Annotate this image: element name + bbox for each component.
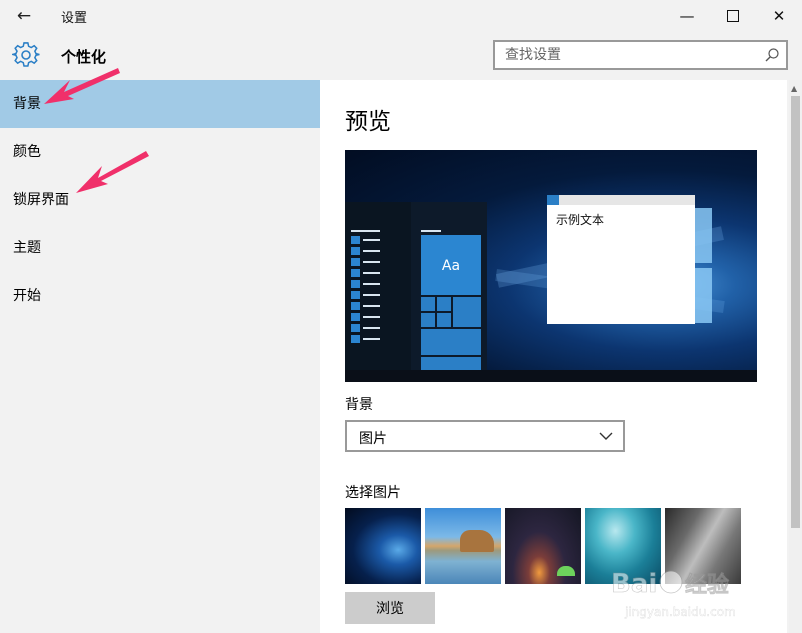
- sidebar-item-background[interactable]: 背景: [0, 80, 320, 128]
- desktop-preview: Aa 示例文本: [345, 150, 757, 382]
- app-icon: [351, 269, 360, 277]
- gear-icon: [12, 42, 40, 67]
- scrollbar-thumb[interactable]: [791, 96, 800, 528]
- preview-tile: [421, 329, 481, 355]
- sample-window: 示例文本: [547, 195, 695, 324]
- scrollbar[interactable]: ▲: [789, 80, 802, 633]
- picture-thumbnail-windows-hero[interactable]: [345, 508, 421, 584]
- app-icon: [351, 313, 360, 321]
- preview-tile: [453, 297, 481, 327]
- menu-line: [363, 250, 380, 252]
- app-icon: [351, 247, 360, 255]
- choose-picture-label: 选择图片: [345, 485, 401, 501]
- app-icon: [351, 324, 360, 332]
- menu-line: [363, 294, 380, 296]
- chevron-down-icon: [599, 432, 613, 440]
- search-input[interactable]: [505, 47, 755, 63]
- preview-tile: [421, 313, 435, 327]
- menu-line: [363, 338, 380, 340]
- scroll-up-icon[interactable]: ▲: [791, 84, 797, 93]
- preview-taskbar: [345, 370, 757, 382]
- maximize-button[interactable]: [710, 0, 756, 32]
- sidebar-item-start[interactable]: 开始: [0, 272, 320, 320]
- svg-text:Bai: Bai: [611, 569, 657, 599]
- sidebar-item-themes[interactable]: 主题: [0, 224, 320, 272]
- close-button[interactable]: ✕: [756, 0, 802, 32]
- minimize-button[interactable]: —: [664, 0, 710, 32]
- sample-text: 示例文本: [556, 213, 605, 227]
- background-label: 背景: [345, 397, 373, 413]
- menu-line: [363, 316, 380, 318]
- sidebar-item-lock-screen[interactable]: 锁屏界面: [0, 176, 320, 224]
- menu-line: [421, 230, 441, 232]
- baidu-jingyan-watermark: Bai 经验 jingyan.baidu.com: [611, 569, 736, 619]
- menu-line: [363, 261, 380, 263]
- tent: [557, 566, 575, 576]
- rock-arch: [460, 530, 494, 552]
- background-dropdown[interactable]: 图片: [345, 420, 625, 452]
- app-icon: [351, 291, 360, 299]
- preview-heading: 预览: [345, 109, 391, 135]
- menu-line: [363, 272, 380, 274]
- picture-thumbnail-beach-rock-arch[interactable]: [425, 508, 501, 584]
- window-title: 设置: [61, 11, 88, 26]
- background-dropdown-value: 图片: [359, 431, 387, 447]
- menu-line: [363, 305, 380, 307]
- browse-button[interactable]: 浏览: [345, 592, 435, 624]
- start-menu-list: [345, 202, 411, 370]
- picture-thumbnail-night-sky-tent[interactable]: [505, 508, 581, 584]
- search-box[interactable]: [493, 40, 788, 70]
- preview-start-menu: Aa: [345, 202, 487, 370]
- title-bar: ← 设置 — ✕: [0, 0, 802, 32]
- search-icon[interactable]: [764, 47, 780, 63]
- sample-window-titlebar: [547, 195, 695, 205]
- svg-text:经验: 经验: [685, 572, 729, 598]
- app-icon: [351, 335, 360, 343]
- menu-line: [363, 283, 380, 285]
- menu-line: [363, 327, 380, 329]
- sample-window-accent: [547, 195, 559, 205]
- preview-tile: [421, 297, 435, 311]
- menu-line: [363, 239, 380, 241]
- app-icon: [351, 302, 360, 310]
- preview-tile: [437, 297, 451, 311]
- svg-text:jingyan.baidu.com: jingyan.baidu.com: [624, 605, 736, 619]
- app-icon: [351, 236, 360, 244]
- menu-line: [351, 230, 380, 232]
- preview-tile: [437, 313, 451, 327]
- sidebar-item-colors[interactable]: 颜色: [0, 128, 320, 176]
- maximize-icon: [727, 9, 739, 22]
- app-icon: [351, 280, 360, 288]
- preview-tile: [421, 357, 481, 370]
- back-arrow-icon[interactable]: ←: [10, 4, 38, 28]
- section-title: 个性化: [61, 48, 107, 66]
- preview-tile: Aa: [421, 235, 481, 295]
- app-icon: [351, 258, 360, 266]
